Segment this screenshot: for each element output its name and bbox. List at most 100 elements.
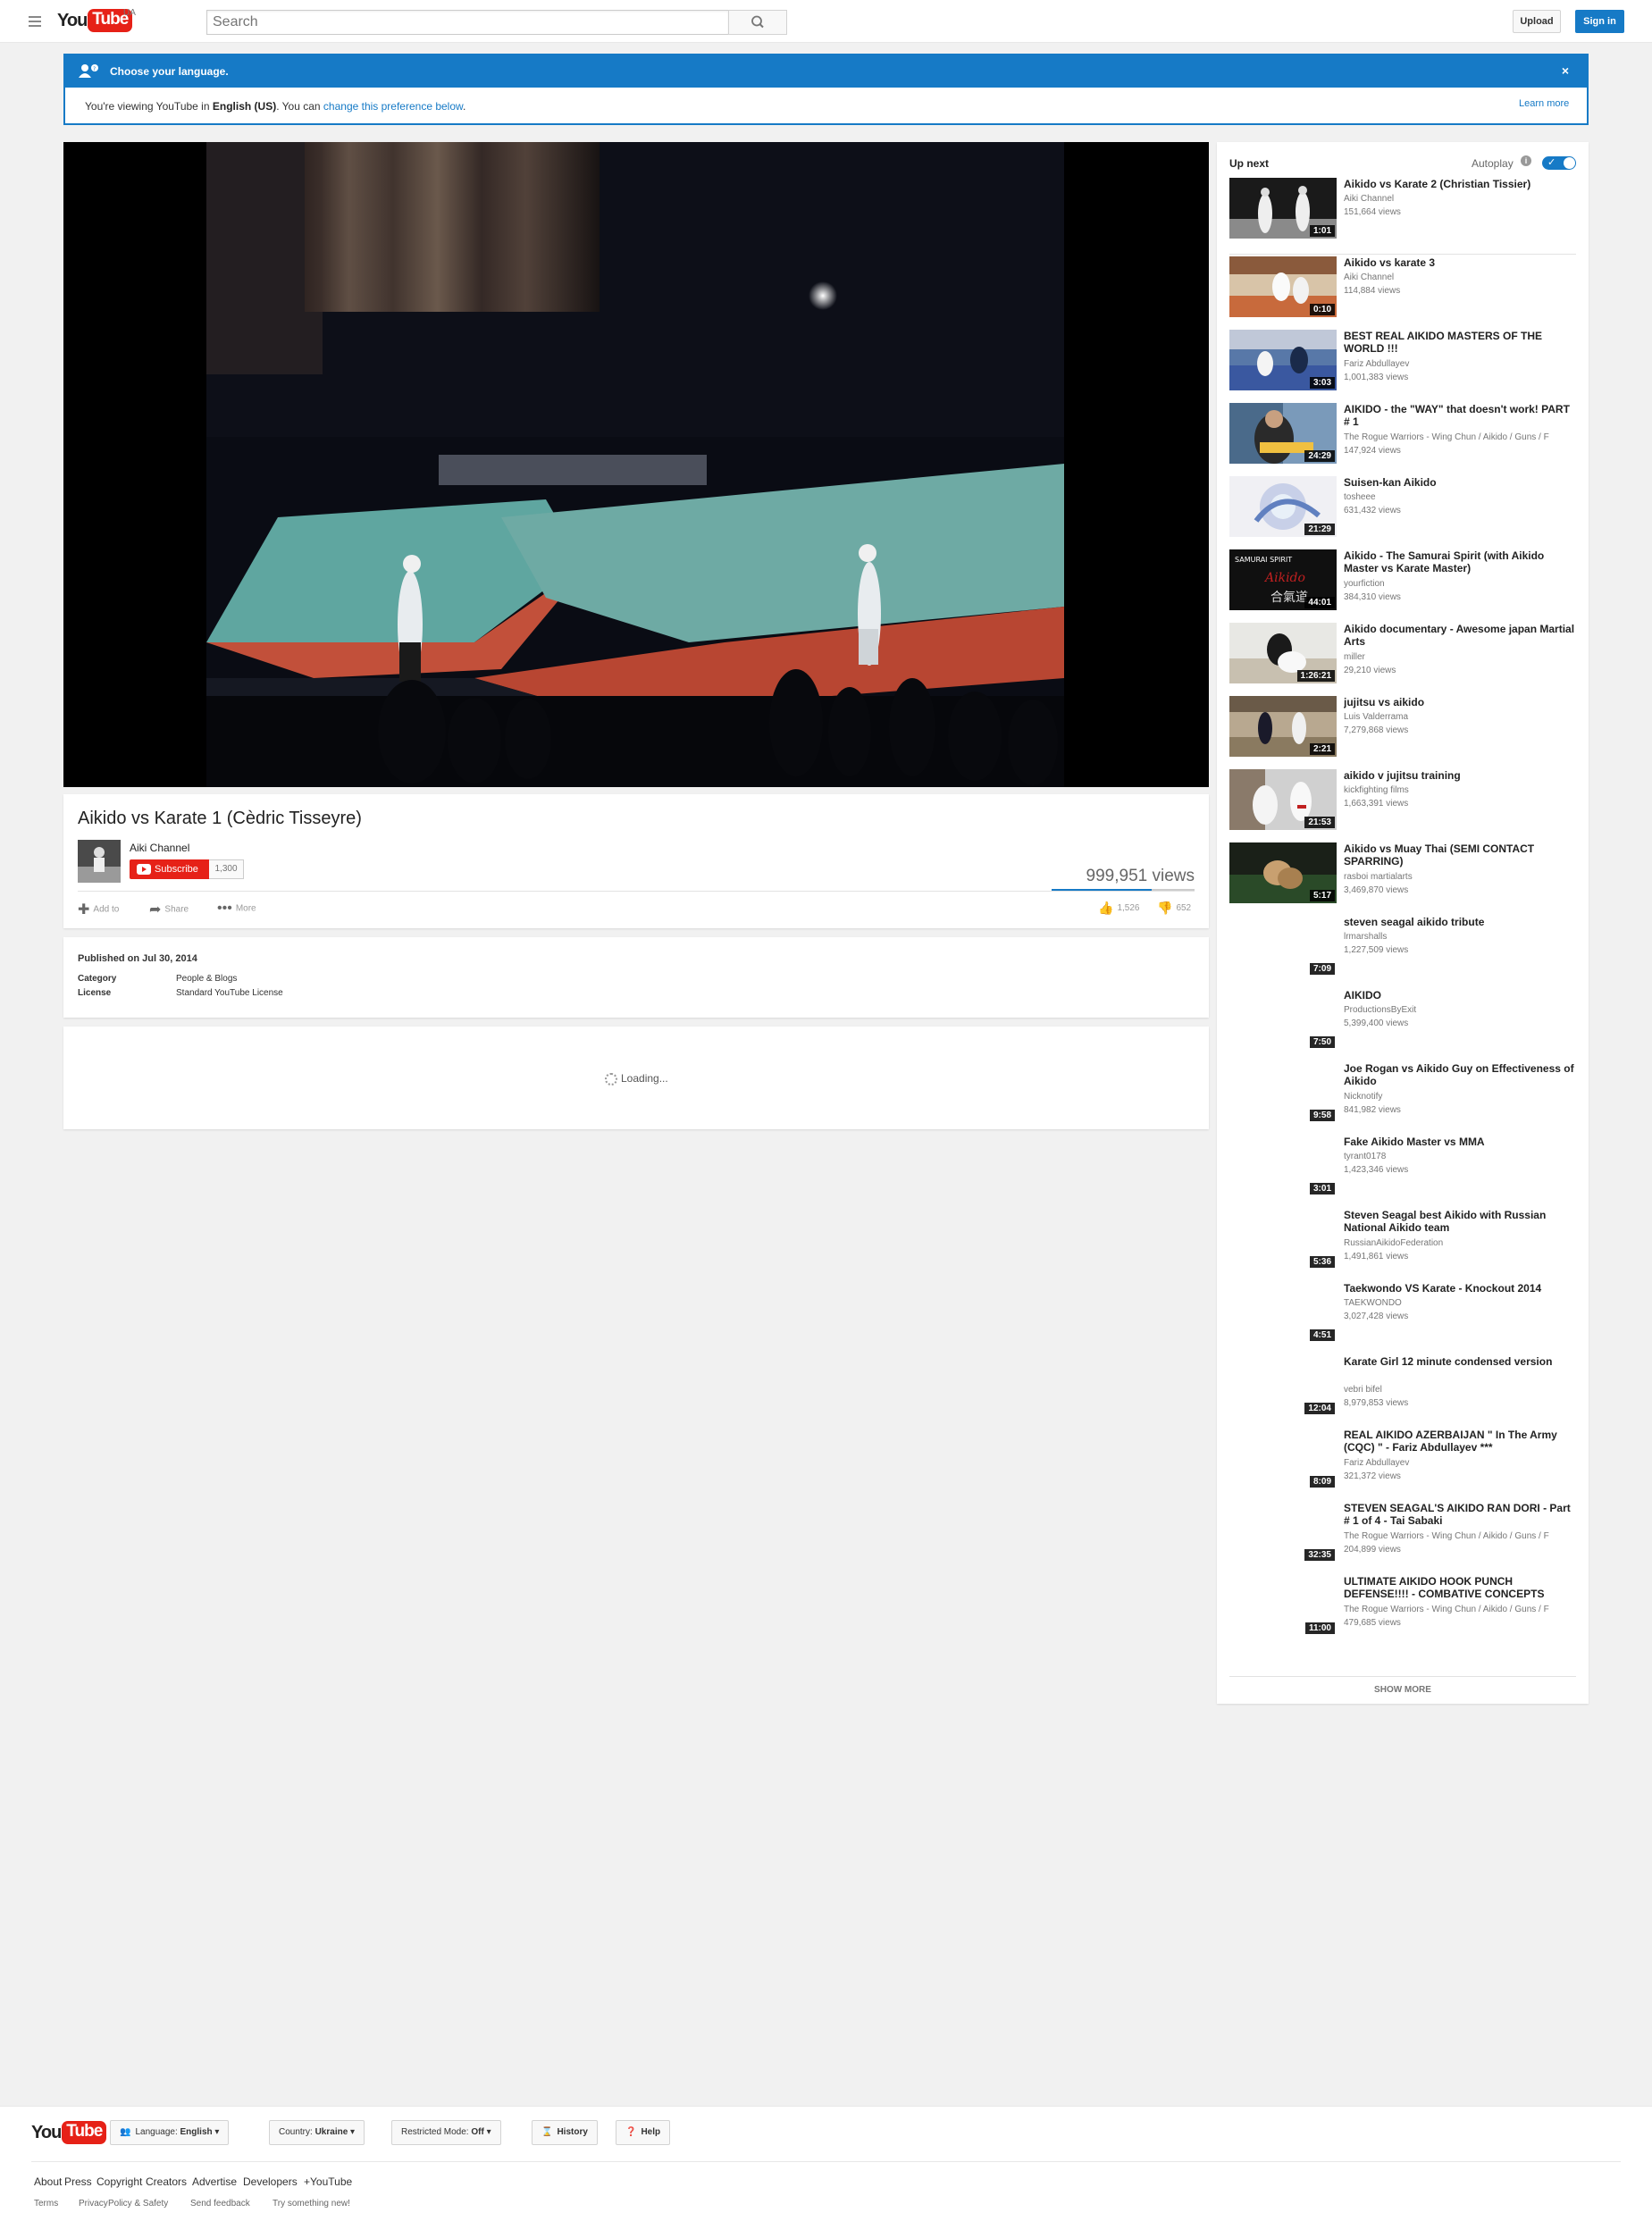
related-video-title[interactable]: aikido v jujitsu training xyxy=(1344,769,1578,782)
footer-link[interactable]: Advertise xyxy=(192,2175,237,2188)
category-value[interactable]: People & Blogs xyxy=(176,974,237,984)
related-video-title[interactable]: AIKIDO - the "WAY" that doesn't work! PA… xyxy=(1344,403,1578,428)
footer-link[interactable]: Try something new! xyxy=(273,2199,350,2209)
footer-link[interactable]: Copyright xyxy=(96,2175,142,2188)
sign-in-button[interactable]: Sign in xyxy=(1575,10,1624,33)
video-thumbnail[interactable]: 24:29 xyxy=(1229,403,1337,464)
footer-link[interactable]: Privacy xyxy=(79,2199,108,2209)
related-video-item[interactable]: 7:09 steven seagal aikido tribute lrmarsha… xyxy=(1229,916,1578,980)
related-video-title[interactable]: Karate Girl 12 minute condensed version xyxy=(1344,1355,1578,1368)
change-preference-link[interactable]: change this preference below xyxy=(323,100,463,113)
related-video-item[interactable]: 21:29 Suisen-kan Aikido tosheee 631,432 vie… xyxy=(1229,476,1578,541)
related-video-item[interactable]: 5:36 Steven Seagal best Aikido with Russi… xyxy=(1229,1209,1578,1273)
related-video-title[interactable]: jujitsu vs aikido xyxy=(1344,696,1578,708)
related-video-title[interactable]: Aikido vs Karate 2 (Christian Tissier) xyxy=(1344,178,1578,190)
video-thumbnail[interactable]: 8:09 xyxy=(1229,1429,1337,1489)
search-input[interactable] xyxy=(206,10,728,35)
footer-link[interactable]: Creators xyxy=(146,2175,187,2188)
related-video-item[interactable]: SAMURAI SPIRIT Aikido 合氣道 44:01 Aikido - The… xyxy=(1229,549,1578,614)
video-thumbnail[interactable]: 0:10 xyxy=(1229,256,1337,317)
footer-link[interactable]: Developers xyxy=(243,2175,298,2188)
show-more-button[interactable]: SHOW MORE xyxy=(1217,1685,1589,1695)
footer-link[interactable]: Press xyxy=(64,2175,92,2188)
video-thumbnail[interactable]: 11:00 xyxy=(1229,1575,1337,1636)
restricted-mode-button[interactable]: Restricted Mode: Off ▾ xyxy=(391,2120,501,2145)
video-thumbnail[interactable]: 21:29 xyxy=(1229,476,1337,537)
video-thumbnail[interactable]: SAMURAI SPIRIT Aikido 合氣道 44:01 xyxy=(1229,549,1337,610)
video-thumbnail[interactable]: 32:35 xyxy=(1229,1502,1337,1563)
related-video-title[interactable]: BEST REAL AIKIDO MASTERS OF THE WORLD !!… xyxy=(1344,330,1578,355)
more-button[interactable]: ••• More xyxy=(217,901,256,917)
menu-icon[interactable] xyxy=(27,13,45,29)
history-button[interactable]: ⌛ History xyxy=(532,2120,598,2145)
related-video-title[interactable]: Suisen-kan Aikido xyxy=(1344,476,1578,489)
related-video-item[interactable]: 9:58 Joe Rogan vs Aikido Guy on Effective… xyxy=(1229,1062,1578,1127)
footer-link[interactable]: Terms xyxy=(34,2199,58,2209)
add-to-button[interactable]: ✚ Add to xyxy=(78,901,119,918)
video-thumbnail[interactable]: 21:53 xyxy=(1229,769,1337,830)
related-video-item[interactable]: 32:35 STEVEN SEAGAL'S AIKIDO RAN DORI - P… xyxy=(1229,1502,1578,1566)
related-video-item[interactable]: 1:01 Aikido vs Karate 2 (Christian Tissie… xyxy=(1229,178,1578,242)
related-video-item[interactable]: 4:51 Taekwondo VS Karate - Knockout 2014 T… xyxy=(1229,1282,1578,1346)
video-player[interactable] xyxy=(63,142,1209,787)
related-video-title[interactable]: Fake Aikido Master vs MMA xyxy=(1344,1136,1578,1148)
video-thumbnail[interactable]: 7:50 xyxy=(1229,989,1337,1050)
channel-avatar[interactable] xyxy=(78,840,121,883)
footer-link[interactable]: Policy & Safety xyxy=(108,2199,168,2209)
channel-name-link[interactable]: Aiki Channel xyxy=(130,842,189,854)
upload-button[interactable]: Upload xyxy=(1513,10,1561,33)
related-video-item[interactable]: 11:00 ULTIMATE AIKIDO HOOK PUNCH DEFENSE!… xyxy=(1229,1575,1578,1639)
video-thumbnail[interactable]: 9:58 xyxy=(1229,1062,1337,1123)
footer-link[interactable]: Send feedback xyxy=(190,2199,250,2209)
language-picker-button[interactable]: 👥 Language: English ▾ xyxy=(110,2120,230,2145)
video-frame[interactable] xyxy=(206,142,1064,787)
related-video-title[interactable]: Taekwondo VS Karate - Knockout 2014 xyxy=(1344,1282,1578,1295)
info-icon[interactable]: i xyxy=(1521,155,1531,166)
related-video-title[interactable]: Aikido - The Samurai Spirit (with Aikido… xyxy=(1344,549,1578,574)
related-video-item[interactable]: 3:01 Fake Aikido Master vs MMA tyrant0178 1… xyxy=(1229,1136,1578,1200)
subscribe-button[interactable]: Subscribe xyxy=(130,859,209,879)
related-video-item[interactable]: 3:03 BEST REAL AIKIDO MASTERS OF THE WORL… xyxy=(1229,330,1578,394)
close-icon[interactable]: × xyxy=(1558,63,1572,78)
dislike-button[interactable]: 👎 652 xyxy=(1157,901,1191,916)
related-video-title[interactable]: REAL AIKIDO AZERBAIJAN " In The Army (CQ… xyxy=(1344,1429,1578,1454)
related-video-item[interactable]: 24:29 AIKIDO - the "WAY" that doesn't wor… xyxy=(1229,403,1578,467)
footer-link[interactable]: About xyxy=(34,2175,62,2188)
related-video-title[interactable]: STEVEN SEAGAL'S AIKIDO RAN DORI - Part #… xyxy=(1344,1502,1578,1527)
related-video-title[interactable]: ULTIMATE AIKIDO HOOK PUNCH DEFENSE!!!! -… xyxy=(1344,1575,1578,1600)
video-thumbnail[interactable]: 7:09 xyxy=(1229,916,1337,977)
related-video-item[interactable]: 0:10 Aikido vs karate 3 Aiki Channel 114,88… xyxy=(1229,256,1578,321)
related-video-item[interactable]: 2:21 jujitsu vs aikido Luis Valderrama 7,27… xyxy=(1229,696,1578,760)
video-thumbnail[interactable]: 1:26:21 xyxy=(1229,623,1337,683)
video-thumbnail[interactable]: 2:21 xyxy=(1229,696,1337,757)
related-video-item[interactable]: 12:04 Karate Girl 12 minute condensed ver… xyxy=(1229,1355,1578,1420)
help-button[interactable]: ❓ Help xyxy=(616,2120,671,2145)
video-thumbnail[interactable]: 3:01 xyxy=(1229,1136,1337,1196)
search-button[interactable] xyxy=(728,10,787,35)
video-thumbnail[interactable]: 4:51 xyxy=(1229,1282,1337,1343)
footer-link[interactable]: +YouTube xyxy=(304,2175,352,2188)
video-thumbnail[interactable]: 12:04 xyxy=(1229,1355,1337,1416)
related-video-item[interactable]: 1:26:21 Aikido documentary - Awesome japa… xyxy=(1229,623,1578,687)
autoplay-toggle[interactable]: ✓ xyxy=(1542,156,1576,170)
related-video-item[interactable]: 7:50 AIKIDO ProductionsByExit 5,399,400 vie… xyxy=(1229,989,1578,1053)
like-button[interactable]: 👍 1,526 xyxy=(1098,901,1139,916)
related-video-title[interactable]: Aikido documentary - Awesome japan Marti… xyxy=(1344,623,1578,648)
related-video-item[interactable]: 21:53 aikido v jujitsu training kickfighti… xyxy=(1229,769,1578,834)
video-thumbnail[interactable]: 3:03 xyxy=(1229,330,1337,390)
video-thumbnail[interactable]: 1:01 xyxy=(1229,178,1337,239)
related-video-title[interactable]: steven seagal aikido tribute xyxy=(1344,916,1578,928)
related-video-item[interactable]: 8:09 REAL AIKIDO AZERBAIJAN " In The Army… xyxy=(1229,1429,1578,1493)
youtube-logo[interactable]: You Tube xyxy=(31,2121,107,2144)
video-thumbnail[interactable]: 5:17 xyxy=(1229,842,1337,903)
related-video-title[interactable]: AIKIDO xyxy=(1344,989,1578,1002)
video-thumbnail[interactable]: 5:36 xyxy=(1229,1209,1337,1270)
share-button[interactable]: ➦ Share xyxy=(149,901,189,918)
related-video-title[interactable]: Aikido vs Muay Thai (SEMI CONTACT SPARRI… xyxy=(1344,842,1578,868)
youtube-logo[interactable]: You Tube UA xyxy=(57,8,136,36)
learn-more-link[interactable]: Learn more xyxy=(1519,98,1569,109)
related-video-item[interactable]: 5:17 Aikido vs Muay Thai (SEMI CONTACT SP… xyxy=(1229,842,1578,907)
related-video-title[interactable]: Joe Rogan vs Aikido Guy on Effectiveness… xyxy=(1344,1062,1578,1087)
related-video-title[interactable]: Steven Seagal best Aikido with Russian N… xyxy=(1344,1209,1578,1234)
country-picker-button[interactable]: Country: Ukraine ▾ xyxy=(269,2120,365,2145)
